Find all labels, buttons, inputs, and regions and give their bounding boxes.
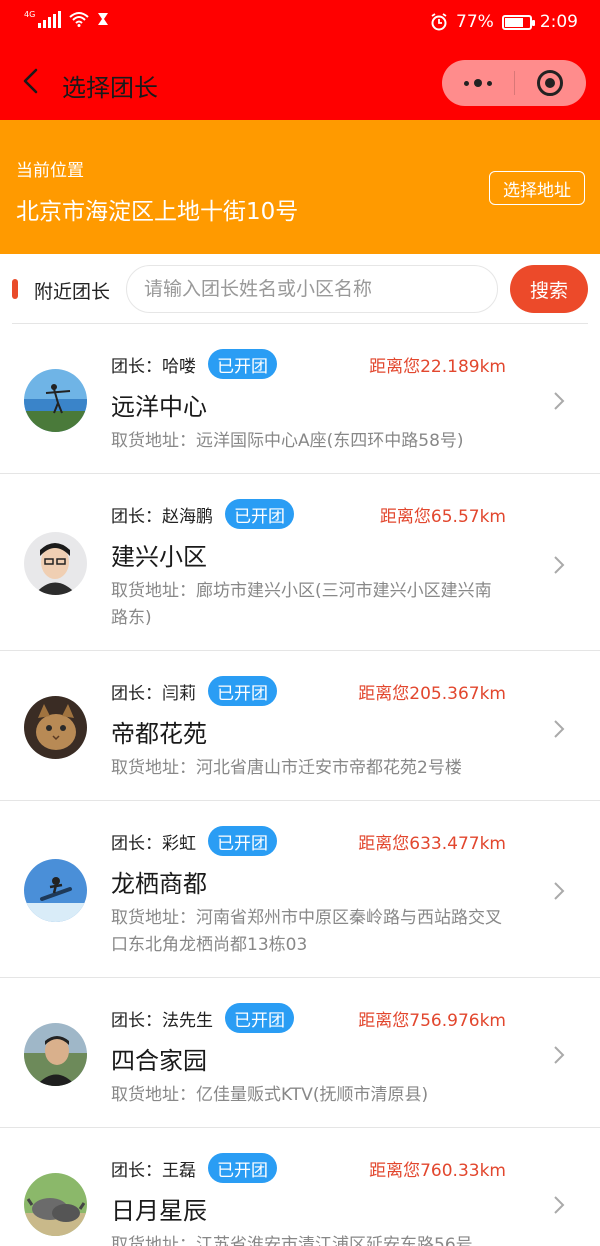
search-row: 附近团长 搜索 (0, 254, 600, 324)
pickup-address: 取货地址：亿佳量贩式KTV(抚顺市清原县) (111, 1085, 429, 1105)
location-panel: 当前位置 北京市海淀区上地十街10号 选择地址 (0, 120, 600, 254)
list-item[interactable]: 团长：法先生 已开团 距离您756.976km 四合家园 取货地址：亿佳量贩式K… (0, 978, 600, 1128)
pickup-address: 取货地址：远洋国际中心A座(东四环中路58号) (111, 431, 464, 451)
list-item[interactable]: 团长：彩虹 已开团 距离您633.477km 龙栖商都 取货地址：河南省郑州市中… (0, 801, 600, 978)
leader-name: 团长：王磊 已开团 (111, 1153, 277, 1183)
clock: 2:09 (539, 12, 578, 32)
distance: 距离您633.477km (358, 834, 506, 854)
distance: 距离您65.57km (379, 507, 506, 527)
status-badge: 已开团 (208, 1153, 277, 1183)
leader-name: 团长：闫莉 已开团 (111, 676, 277, 706)
leader-name: 团长：赵海鹏 已开团 (111, 499, 294, 529)
nav-bar: 选择团长 (0, 44, 600, 120)
location-label: 当前位置 (16, 161, 84, 181)
alarm-icon (431, 13, 447, 31)
chevron-right-icon (554, 1046, 565, 1064)
status-badge: 已开团 (225, 499, 294, 529)
chevron-right-icon (554, 556, 565, 574)
more-icon[interactable] (464, 79, 492, 87)
pickup-address: 取货地址：河南省郑州市中原区秦岭路与西站路交叉口东北角龙栖尚都13栋03 (111, 908, 502, 955)
avatar (24, 369, 87, 432)
status-badge: 已开团 (208, 826, 277, 856)
pickup-address: 取货地址：廊坊市建兴小区(三河市建兴小区建兴南路东) (111, 581, 492, 628)
chevron-right-icon (554, 720, 565, 738)
back-arrow-icon[interactable] (18, 66, 46, 96)
status-badge: 已开团 (208, 676, 277, 706)
community-name: 建兴小区 (111, 543, 207, 571)
community-name: 日月星辰 (111, 1197, 207, 1225)
search-button[interactable]: 搜索 (510, 265, 588, 313)
pickup-address: 取货地址：江苏省淮安市清江浦区延安东路56号 (111, 1235, 473, 1246)
list-item[interactable]: 团长：赵海鹏 已开团 距离您65.57km 建兴小区 取货地址：廊坊市建兴小区(… (0, 474, 600, 651)
distance: 距离您22.189km (369, 357, 506, 377)
distance: 距离您756.976km (358, 1011, 506, 1031)
distance: 距离您205.367km (358, 684, 506, 704)
list-item[interactable]: 团长：闫莉 已开团 距离您205.367km 帝都花苑 取货地址：河北省唐山市迁… (0, 651, 600, 801)
chevron-right-icon (554, 392, 565, 410)
status-bar: 4G 77% 2:09 (0, 0, 600, 44)
leader-list: 团长：哈喽 已开团 距离您22.189km 远洋中心 取货地址：远洋国际中心A座… (0, 324, 600, 1246)
distance: 距离您760.33km (369, 1161, 506, 1181)
leader-name: 团长：哈喽 已开团 (111, 349, 277, 379)
avatar (24, 1023, 87, 1086)
nearby-leaders-label: 附近团长 (34, 281, 111, 303)
section-marker (12, 279, 18, 299)
top-bar: 4G 77% 2:09 选择团长 (0, 0, 600, 120)
chevron-right-icon (554, 882, 565, 900)
list-item[interactable]: 团长：哈喽 已开团 距离您22.189km 远洋中心 取货地址：远洋国际中心A座… (0, 324, 600, 474)
avatar (24, 859, 87, 922)
battery-icon (501, 14, 535, 30)
choose-address-button[interactable]: 选择地址 (489, 171, 585, 205)
leader-name: 团长：彩虹 已开团 (111, 826, 277, 856)
community-name: 龙栖商都 (111, 870, 207, 898)
community-name: 帝都花苑 (111, 720, 207, 748)
close-target-icon[interactable] (537, 70, 563, 96)
chevron-right-icon (554, 1196, 565, 1214)
avatar (24, 1173, 87, 1236)
hourglass-icon (98, 13, 109, 25)
community-name: 远洋中心 (111, 393, 207, 421)
list-item[interactable]: 团长：王磊 已开团 距离您760.33km 日月星辰 取货地址：江苏省淮安市清江… (0, 1128, 600, 1246)
search-input[interactable] (126, 265, 498, 313)
battery-percent: 77% (456, 12, 494, 32)
leader-name: 团长：法先生 已开团 (111, 1003, 294, 1033)
status-badge: 已开团 (225, 1003, 294, 1033)
avatar (24, 696, 87, 759)
wifi-icon (69, 12, 89, 27)
community-name: 四合家园 (111, 1047, 207, 1075)
page-title: 选择团长 (62, 74, 158, 102)
status-badge: 已开团 (208, 349, 277, 379)
avatar (24, 532, 87, 595)
current-address: 北京市海淀区上地十街10号 (16, 199, 299, 225)
pickup-address: 取货地址：河北省唐山市迁安市帝都花苑2号楼 (111, 758, 462, 778)
miniprogram-capsule (442, 60, 586, 106)
signal-icon: 4G (24, 10, 62, 28)
